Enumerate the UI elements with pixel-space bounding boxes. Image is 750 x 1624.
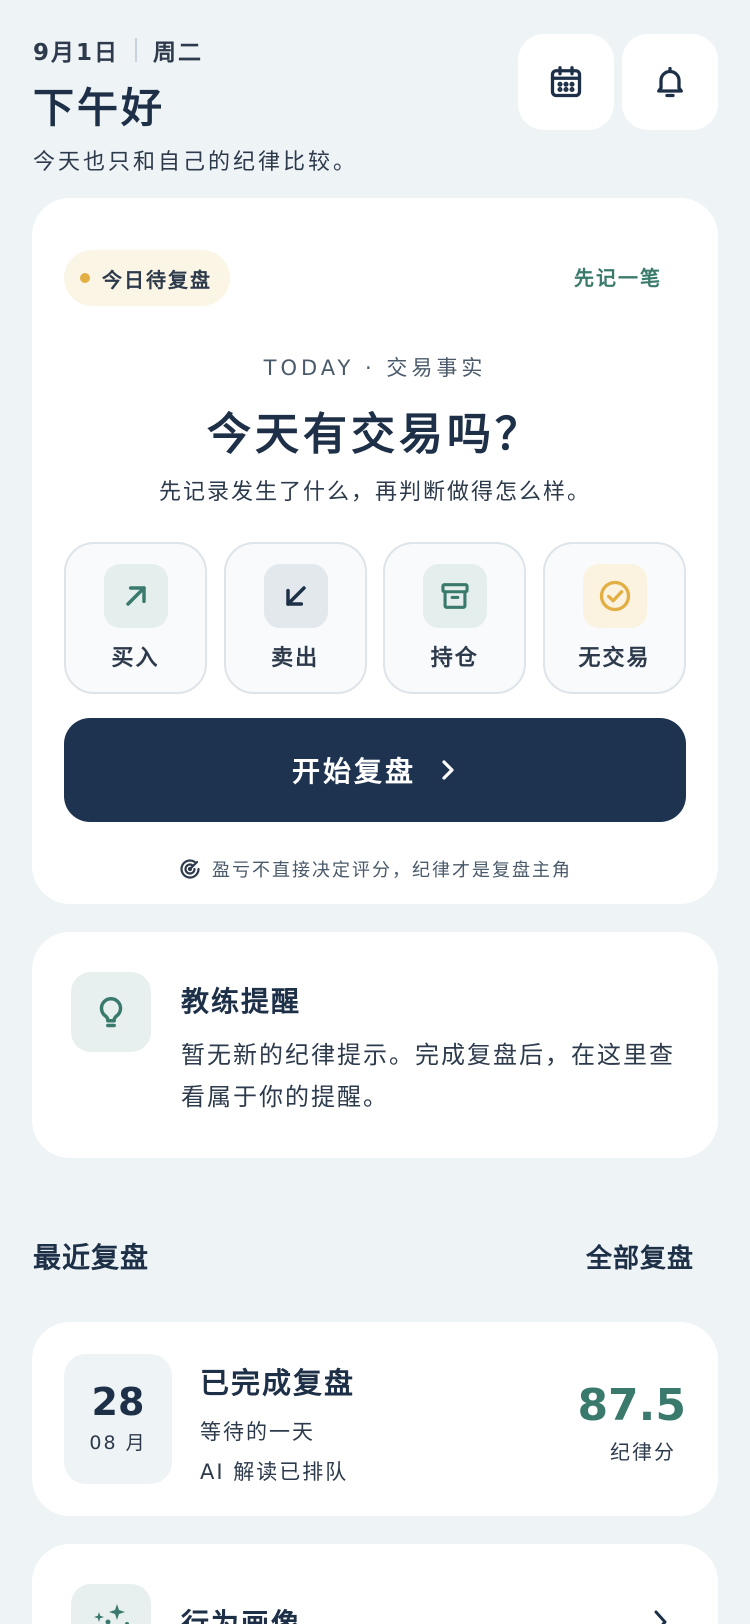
date-text: 9月1日: [33, 40, 120, 66]
card-question: 今天有交易吗？: [207, 409, 543, 460]
option-no-trade[interactable]: 无交易: [542, 542, 686, 694]
archive-box-icon: [423, 564, 488, 628]
behavior-profile-card[interactable]: 行为画像: [32, 1544, 718, 1624]
start-review-button[interactable]: 开始复盘: [64, 718, 686, 822]
recent-reviews-title: 最近复盘: [33, 1241, 150, 1274]
review-day: 28: [91, 1380, 145, 1424]
status-badge: 今日待复盘: [64, 250, 230, 306]
option-buy-label: 买入: [111, 646, 160, 671]
option-sell-label: 卖出: [271, 646, 320, 671]
option-hold[interactable]: 持仓: [383, 542, 527, 694]
arrow-down-left-icon: [263, 564, 328, 628]
lightbulb-icon: [71, 972, 151, 1052]
home-screen: 9月1日 周二 下午好 今天也只和自己的纪律比较。 今日待复盘 先记一笔 TOD…: [0, 0, 750, 1624]
header: 9月1日 周二 下午好 今天也只和自己的纪律比较。: [33, 34, 718, 175]
option-no-trade-label: 无交易: [578, 646, 651, 671]
option-hold-label: 持仓: [430, 646, 479, 671]
review-list-item[interactable]: 28 08 月 已完成复盘 等待的一天 AI 解读已排队 87.5 纪律分: [32, 1322, 718, 1516]
chevron-right-icon: [650, 1608, 670, 1624]
card-explanation: 先记录发生了什么，再判断做得怎么样。: [158, 480, 591, 505]
greeting: 下午好: [33, 84, 165, 132]
today-review-card: 今日待复盘 先记一笔 TODAY · 交易事实 今天有交易吗？ 先记录发生了什么…: [32, 198, 718, 904]
review-subtitle: 等待的一天: [200, 1420, 315, 1444]
review-ai-status: AI 解读已排队: [200, 1460, 349, 1484]
all-reviews-link[interactable]: 全部复盘: [586, 1238, 694, 1275]
quick-note-link[interactable]: 先记一笔: [574, 262, 662, 291]
weekday-text: 周二: [153, 40, 204, 66]
status-dot: [80, 273, 90, 283]
review-footnote-text: 盈亏不直接决定评分，纪律才是复盘主角: [212, 860, 572, 881]
behavior-profile-title: 行为画像: [181, 1607, 302, 1624]
calendar-icon: [550, 66, 582, 98]
status-badge-label: 今日待复盘: [102, 267, 212, 292]
check-circle-icon: [582, 564, 647, 628]
review-title: 已完成复盘: [200, 1366, 356, 1400]
discipline-score-label: 纪律分: [610, 1440, 676, 1464]
date-row: 9月1日 周二: [33, 34, 717, 66]
tagline: 今天也只和自己的纪律比较。: [33, 150, 359, 175]
bell-icon: [657, 66, 683, 98]
target-icon: [180, 859, 200, 879]
sparkles-icon: [71, 1584, 151, 1624]
review-footnote: 盈亏不直接决定评分，纪律才是复盘主角: [32, 856, 718, 882]
review-date-badge: 28 08 月: [64, 1354, 172, 1484]
section-kicker: TODAY · 交易事实: [263, 356, 487, 380]
notifications-button[interactable]: [622, 34, 718, 130]
chevron-right-icon: [442, 760, 454, 780]
option-sell[interactable]: 卖出: [223, 542, 367, 694]
coach-body: 暂无新的纪律提示。完成复盘后，在这里查看属于你的提醒。: [181, 1041, 675, 1111]
date-divider: [135, 38, 138, 62]
discipline-score: 87.5: [577, 1380, 686, 1431]
coach-title: 教练提醒: [181, 985, 302, 1018]
trade-options: 买入 卖出 持仓 无交易: [64, 542, 686, 694]
arrow-up-right-icon: [104, 564, 168, 628]
review-month: 08 月: [89, 1432, 147, 1454]
coach-reminder-card: 教练提醒 暂无新的纪律提示。完成复盘后，在这里查看属于你的提醒。: [32, 932, 718, 1158]
option-buy[interactable]: 买入: [64, 542, 207, 694]
start-review-label: 开始复盘: [291, 755, 416, 788]
calendar-button[interactable]: [518, 34, 614, 130]
